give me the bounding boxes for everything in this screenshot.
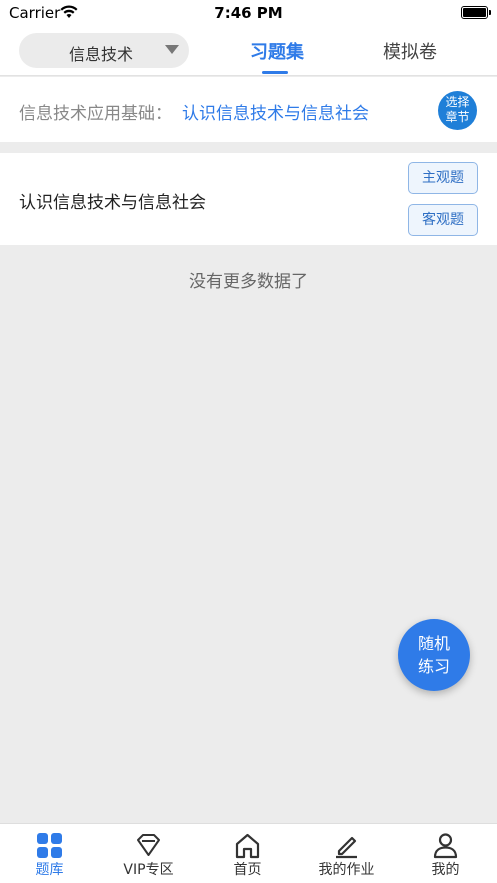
chapter-bar: 信息技术应用基础： 认识信息技术与信息社会 选择 章节 (0, 77, 497, 142)
nav-item-home[interactable]: 首页 (198, 824, 297, 883)
subject-dropdown[interactable]: 信息技术 (19, 33, 189, 68)
battery-cap (489, 10, 491, 15)
status-bar: Carrier 7:46 PM (0, 0, 497, 26)
objective-questions-button[interactable]: 客观题 (408, 204, 478, 236)
nav-item-vip[interactable]: VIP专区 (99, 824, 198, 883)
chapter-name[interactable]: 认识信息技术与信息社会 (182, 99, 369, 124)
section-row: 认识信息技术与信息社会 主观题 客观题 (0, 153, 497, 245)
active-tab-indicator (262, 71, 288, 74)
subjective-questions-button[interactable]: 主观题 (408, 162, 478, 194)
nav-label-vip: VIP专区 (123, 862, 174, 878)
tab-mock-exam[interactable]: 模拟卷 (383, 38, 437, 64)
bottom-nav: 题库 VIP专区 首页 我的作业 我的 (0, 823, 497, 883)
tab-exercise-set[interactable]: 习题集 (250, 38, 304, 64)
nav-label-profile: 我的 (431, 862, 460, 878)
random-practice-line1: 随机 (417, 634, 450, 653)
choose-chapter-button[interactable]: 选择 章节 (438, 91, 477, 130)
chapter-prefix: 信息技术应用基础： (19, 104, 172, 124)
nav-label-homework: 我的作业 (318, 862, 375, 878)
nav-item-homework[interactable]: 我的作业 (297, 824, 396, 883)
subject-dropdown-label: 信息技术 (69, 45, 134, 64)
nav-label-question-bank: 题库 (35, 862, 64, 878)
empty-list-message: 没有更多数据了 (189, 272, 308, 292)
random-practice-line2: 练习 (417, 657, 450, 676)
grid-icon (37, 833, 62, 858)
top-header: 信息技术 习题集 模拟卷 (0, 26, 497, 76)
diamond-icon (137, 834, 160, 856)
nav-item-profile[interactable]: 我的 (396, 824, 495, 883)
user-icon (433, 833, 458, 859)
battery-icon (461, 6, 488, 19)
home-icon (235, 833, 260, 859)
nav-item-question-bank[interactable]: 题库 (0, 824, 99, 883)
choose-chapter-line2: 章节 (445, 110, 470, 124)
section-title: 认识信息技术与信息社会 (19, 193, 206, 213)
edit-icon (336, 836, 357, 859)
choose-chapter-line1: 选择 (445, 95, 470, 109)
random-practice-button[interactable]: 随机 练习 (398, 619, 470, 691)
nav-label-home: 首页 (233, 862, 262, 878)
dropdown-arrow-icon (165, 45, 179, 54)
status-time: 7:46 PM (214, 4, 283, 22)
